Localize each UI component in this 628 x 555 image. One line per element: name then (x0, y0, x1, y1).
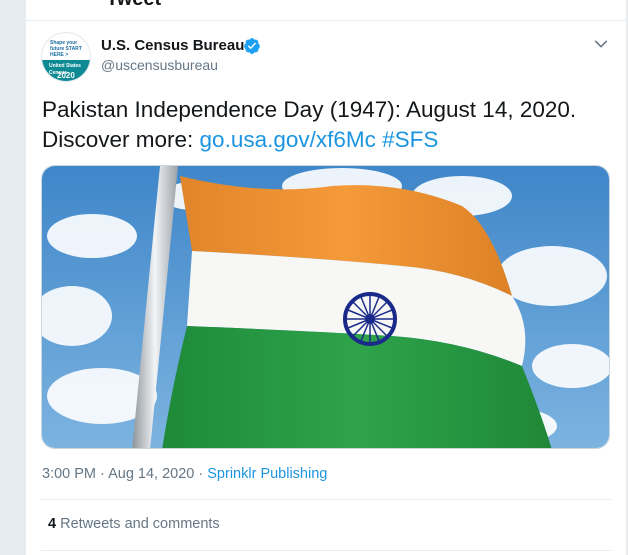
tweet-hashtag[interactable]: #SFS (382, 127, 438, 152)
retweets-label: Retweets and comments (56, 516, 220, 532)
tweet-media-image[interactable] (41, 165, 610, 449)
tweet-text: Pakistan Independence Day (1947): August… (42, 95, 612, 155)
flag-photo-icon (42, 166, 609, 448)
tweet-source[interactable]: Sprinklr Publishing (207, 466, 327, 482)
author-name[interactable]: U.S. Census Bureau (101, 37, 244, 54)
avatar-tagline: Shape your future START HERE > (50, 40, 82, 58)
divider (41, 499, 611, 500)
tweet-time[interactable]: 3:00 PM (42, 466, 96, 482)
divider (41, 550, 611, 551)
avatar-year: 2020 (57, 71, 75, 80)
retweets-count: 4 (48, 516, 57, 532)
avatar[interactable]: Shape your future START HERE > United St… (41, 32, 91, 82)
tweet-line2-prefix: Discover more: (42, 127, 200, 152)
page-header: Tweet (26, 0, 626, 21)
meta-separator: · (194, 466, 208, 482)
retweets-stat[interactable]: 4 Retweets and comments (48, 516, 220, 532)
tweet-link[interactable]: go.usa.gov/xf6Mc (200, 127, 376, 152)
tweet-meta: 3:00 PM · Aug 14, 2020 · Sprinklr Publis… (42, 466, 327, 482)
author-handle[interactable]: @uscensusbureau (101, 57, 218, 73)
tweet-date[interactable]: Aug 14, 2020 (108, 466, 194, 482)
chevron-down-icon[interactable] (593, 36, 609, 52)
tweet-line1: Pakistan Independence Day (1947): August… (42, 97, 577, 122)
meta-separator: · (96, 466, 109, 482)
verified-badge-icon (244, 38, 260, 54)
tweet-card: Tweet Shape your future START HERE > Uni… (25, 0, 627, 555)
page-title: Tweet (106, 0, 161, 11)
